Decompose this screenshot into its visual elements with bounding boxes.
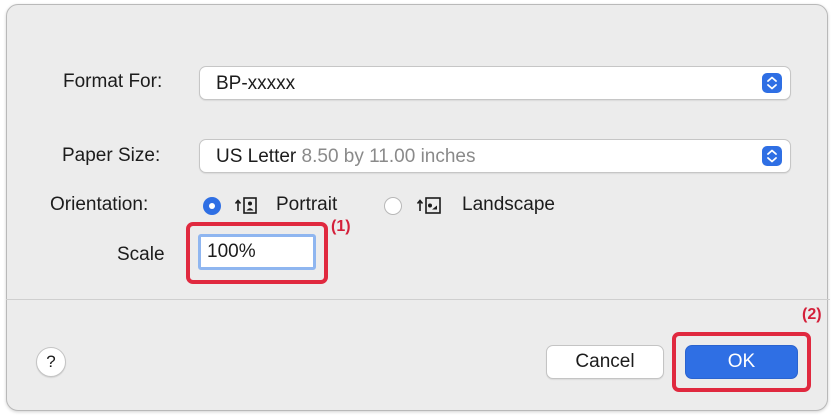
callout-1: (1) — [331, 218, 351, 235]
paper-size-dimensions: 8.50 by 11.00 inches — [301, 146, 476, 167]
landscape-label[interactable]: Landscape — [462, 194, 555, 216]
landscape-orientation-icon — [416, 195, 442, 222]
paper-size-name: US Letter — [216, 146, 297, 167]
portrait-radio[interactable] — [203, 197, 221, 215]
scale-label: Scale — [117, 244, 165, 265]
format-for-value: BP-xxxxx — [216, 73, 296, 94]
portrait-label[interactable]: Portrait — [276, 194, 337, 216]
popup-stepper-icon — [762, 73, 782, 93]
page: Format For: BP-xxxxx Paper Size: US Lett… — [0, 0, 837, 419]
landscape-radio[interactable] — [384, 197, 402, 215]
popup-stepper-icon — [762, 146, 782, 166]
paper-size-popup[interactable]: US Letter 8.50 by 11.00 inches — [199, 139, 791, 173]
orientation-label: Orientation: — [50, 194, 149, 215]
cancel-button[interactable]: Cancel — [546, 345, 664, 379]
scale-highlight-box — [186, 222, 328, 284]
format-for-popup[interactable]: BP-xxxxx — [199, 66, 791, 100]
footer-divider — [6, 299, 830, 300]
help-button[interactable]: ? — [36, 347, 66, 377]
ok-highlight-box — [672, 332, 811, 392]
paper-size-value: US Letter 8.50 by 11.00 inches — [216, 146, 476, 168]
callout-2: (2) — [802, 306, 822, 323]
portrait-orientation-icon — [234, 195, 260, 222]
format-for-label: Format For: — [63, 71, 163, 92]
paper-size-label: Paper Size: — [62, 145, 161, 166]
